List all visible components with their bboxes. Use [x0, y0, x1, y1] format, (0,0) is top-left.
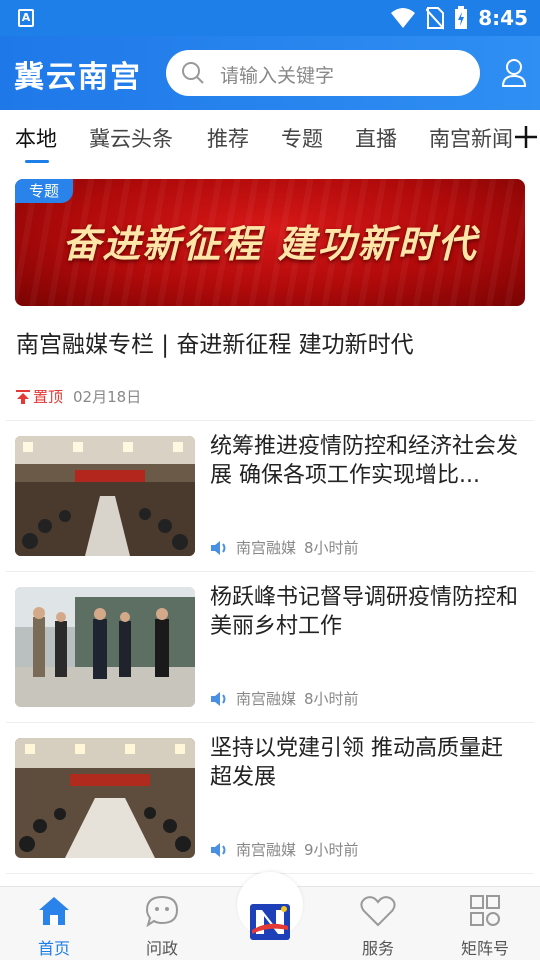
tab-local[interactable]: 本地 [15, 123, 57, 153]
user-profile-icon[interactable] [500, 58, 528, 88]
banner-slogan: 奋进新征程 建功新时代 [62, 221, 478, 266]
featured-meta: 置顶 02月18日 [15, 386, 141, 407]
clock: 8:45 [478, 6, 528, 30]
nav-services-label: 服务 [361, 939, 394, 958]
news-meta: 南宫融媒 8小时前 [210, 688, 359, 709]
featured-banner[interactable]: 奋进新征程 建功新时代 专题 [15, 179, 525, 306]
news-thumbnail [15, 738, 195, 858]
news-source: 南宫融媒 [236, 539, 297, 557]
news-title: 统筹推进疫情防控和经济社会发展 确保各项工作实现增比... [210, 434, 519, 488]
grid-apps-icon [470, 895, 500, 926]
news-source: 南宫融媒 [236, 841, 297, 859]
nav-home-label: 首页 [37, 939, 70, 958]
search-placeholder: 请输入关键字 [220, 65, 335, 87]
audio-speaker-icon[interactable] [210, 540, 228, 556]
tab-topics[interactable]: 专题 [281, 123, 323, 153]
battery-charging-icon [455, 6, 468, 29]
search-input[interactable]: 请输入关键字 [166, 50, 480, 96]
active-tab-indicator [25, 160, 49, 163]
news-source: 南宫融媒 [236, 690, 297, 708]
news-time: 8小时前 [304, 690, 359, 708]
pin-top-icon [16, 389, 30, 404]
nav-home[interactable]: 首页 [14, 895, 94, 959]
tab-jiyun-headlines[interactable]: 冀云头条 [89, 123, 173, 153]
no-sim-icon [426, 7, 445, 30]
tab-recommend[interactable]: 推荐 [207, 123, 249, 153]
news-time: 8小时前 [304, 539, 359, 557]
news-time: 9小时前 [304, 841, 359, 859]
topic-tag: 专题 [15, 179, 74, 203]
news-meta: 南宫融媒 8小时前 [210, 537, 359, 558]
status-icons: 8:45 [390, 6, 528, 30]
app-header: 冀云南宫 请输入关键字 [0, 36, 540, 110]
news-item[interactable]: 坚持以党建引领 推动高质量赶超发展 南宫融媒 9小时前 [0, 736, 540, 888]
plus-icon [515, 126, 537, 148]
divider [6, 420, 534, 421]
search-icon [182, 62, 204, 84]
status-bar: A 8:45 [0, 0, 540, 36]
wifi-icon [391, 8, 416, 28]
news-title: 坚持以党建引领 推动高质量赶超发展 [210, 736, 503, 790]
app-notification-icon: A [18, 9, 34, 27]
pinned-label: 置顶 [15, 386, 63, 407]
featured-date: 02月18日 [73, 388, 142, 406]
nav-matrix-label: 矩阵号 [460, 939, 509, 958]
heart-icon [360, 896, 396, 927]
nav-services[interactable]: 服务 [338, 895, 418, 959]
news-thumbnail [15, 587, 195, 707]
divider [6, 571, 534, 572]
chat-bubble-icon [145, 895, 179, 928]
audio-speaker-icon[interactable] [210, 691, 228, 707]
news-title: 杨跃峰书记督导调研疫情防控和美丽乡村工作 [210, 585, 519, 639]
pinned-text: 置顶 [33, 388, 64, 406]
add-channel-button[interactable] [514, 120, 540, 157]
tab-live[interactable]: 直播 [355, 123, 397, 153]
audio-speaker-icon[interactable] [210, 842, 228, 858]
nav-inquiry[interactable]: 问政 [122, 895, 202, 959]
app-logo-icon[interactable] [248, 900, 292, 944]
app-title: 冀云南宫 [14, 60, 142, 95]
news-item[interactable]: 杨跃峰书记督导调研疫情防控和美丽乡村工作 南宫融媒 8小时前 [0, 585, 540, 737]
featured-title[interactable]: 南宫融媒专栏 | 奋进新征程 建功新时代 [16, 325, 414, 359]
divider [6, 722, 534, 723]
news-item[interactable]: 统筹推进疫情防控和经济社会发展 确保各项工作实现增比... 南宫融媒 8小时前 [0, 434, 540, 586]
nav-matrix[interactable]: 矩阵号 [445, 895, 525, 959]
news-thumbnail [15, 436, 195, 556]
channel-tabs: 本地 冀云头条 推荐 专题 直播 南宫新闻 [0, 110, 540, 166]
home-icon [39, 897, 69, 925]
tab-nangong-news[interactable]: 南宫新闻 [429, 123, 513, 153]
nav-inquiry-label: 问政 [145, 939, 178, 958]
news-meta: 南宫融媒 9小时前 [210, 839, 359, 860]
